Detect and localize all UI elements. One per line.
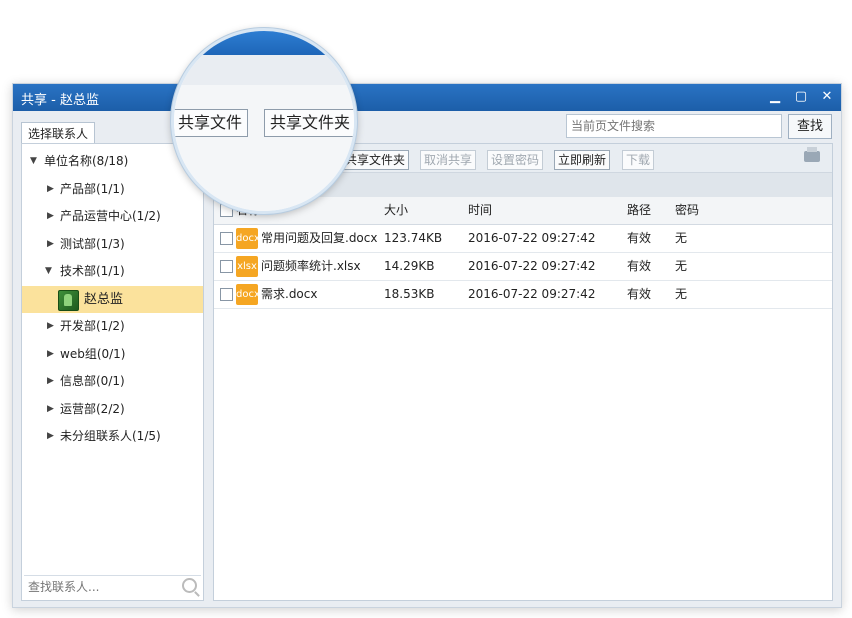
share-file-button[interactable]: 共享文件 (174, 109, 249, 137)
left-tabbar: 选择联系人 (21, 122, 96, 144)
expand-right-icon[interactable]: ▶ (47, 368, 54, 396)
title-bar: 共享 - 赵总监 ▁ ▢ ✕ (13, 84, 841, 111)
avatar (58, 289, 79, 311)
expand-right-icon[interactable]: ▶ (47, 423, 54, 451)
expand-right-icon[interactable]: ▶ (47, 396, 54, 424)
tree-group-item[interactable]: ▶ 测试部(1/3) (22, 231, 203, 259)
search-button[interactable]: 查找 (788, 114, 832, 139)
expand-right-icon[interactable]: ▶ (47, 176, 54, 204)
header-time[interactable]: 时间 (468, 197, 492, 224)
expand-right-icon[interactable]: ▶ (47, 313, 54, 341)
file-size: 18.53KB (384, 287, 435, 301)
file-password: 无 (675, 287, 688, 301)
file-name: 常用问题及回复.docx (261, 231, 378, 245)
tree-group-item[interactable]: ▶ web组(0/1) (22, 341, 203, 369)
file-size: 123.74KB (384, 231, 443, 245)
tree-group-item[interactable]: ▶ 开发部(1/2) (22, 313, 203, 341)
table-row[interactable]: xlsx 问题频率统计.xlsx 14.29KB 2016-07-22 09:2… (214, 253, 832, 281)
share-window: 共享 - 赵总监 ▁ ▢ ✕ 选择联系人 ▼ 单位名称(8/18) ▶ 产品部(… (12, 83, 842, 608)
file-size: 14.29KB (384, 259, 435, 273)
magnified-toolbar (174, 85, 354, 211)
tree-group-item[interactable]: ▶ 信息部(0/1) (22, 368, 203, 396)
expand-right-icon[interactable]: ▶ (47, 341, 54, 369)
cancel-share-button[interactable]: 取消共享 (420, 150, 477, 170)
expand-down-icon[interactable]: ▼ (45, 258, 52, 286)
file-path: 有效 (627, 259, 652, 273)
table-row[interactable]: docx 需求.docx 18.53KB 2016-07-22 09:27:42… (214, 281, 832, 309)
file-search-box (566, 114, 782, 138)
file-name: 问题频率统计.xlsx (261, 259, 361, 273)
contact-search (24, 575, 201, 598)
magnified-band (174, 55, 354, 85)
set-password-button[interactable]: 设置密码 (487, 150, 544, 170)
maximize-button[interactable]: ▢ (791, 87, 811, 107)
search-icon[interactable] (182, 578, 197, 593)
file-time: 2016-07-22 09:27:42 (468, 287, 596, 301)
row-checkbox[interactable] (220, 288, 233, 301)
tree-group-item[interactable]: ▶ 运营部(2/2) (22, 396, 203, 424)
printer-icon[interactable] (804, 147, 820, 162)
tree-contact-item[interactable]: 赵总监 (22, 285, 203, 313)
close-button[interactable]: ✕ (817, 87, 837, 107)
file-panel: 共享文件夹 取消共享 设置密码 立即刷新 下载 名称 大小 时间 路径 密码 d… (213, 143, 833, 601)
header-password[interactable]: 密码 (675, 197, 699, 224)
file-time: 2016-07-22 09:27:42 (468, 259, 596, 273)
docx-file-icon: docx (236, 228, 258, 249)
share-folder-button-magnified[interactable]: 共享文件夹 (264, 109, 354, 137)
tree-group-item[interactable]: ▼ 技术部(1/1) (22, 258, 203, 286)
expand-down-icon[interactable]: ▼ (30, 148, 37, 176)
window-title: 共享 - 赵总监 (21, 93, 99, 108)
expand-right-icon[interactable]: ▶ (47, 231, 54, 259)
tab-select-contact[interactable]: 选择联系人 (21, 122, 96, 144)
minimize-button[interactable]: ▁ (765, 87, 785, 107)
file-name: 需求.docx (261, 287, 318, 301)
file-path: 有效 (627, 287, 652, 301)
file-search-input[interactable] (567, 115, 779, 137)
contact-panel: ▼ 单位名称(8/18) ▶ 产品部(1/1) ▶ 产品运营中心(1/2) ▶ … (21, 143, 204, 601)
file-password: 无 (675, 231, 688, 245)
contact-search-input[interactable] (24, 576, 180, 598)
table-row[interactable]: docx 常用问题及回复.docx 123.74KB 2016-07-22 09… (214, 225, 832, 253)
row-checkbox[interactable] (220, 232, 233, 245)
expand-right-icon[interactable]: ▶ (47, 203, 54, 231)
docx-file-icon: docx (236, 284, 258, 305)
tree-group-item[interactable]: ▶ 未分组联系人(1/5) (22, 423, 203, 451)
magnified-titlebar (174, 31, 354, 55)
row-checkbox[interactable] (220, 260, 233, 273)
header-size[interactable]: 大小 (384, 197, 408, 224)
magnifier-callout: 共享文件 共享文件夹 (171, 28, 357, 214)
file-path: 有效 (627, 231, 652, 245)
xlsx-file-icon: xlsx (236, 256, 258, 277)
file-time: 2016-07-22 09:27:42 (468, 231, 596, 245)
refresh-button[interactable]: 立即刷新 (554, 150, 611, 170)
file-password: 无 (675, 259, 688, 273)
header-path[interactable]: 路径 (627, 197, 651, 224)
download-button[interactable]: 下载 (622, 150, 655, 170)
